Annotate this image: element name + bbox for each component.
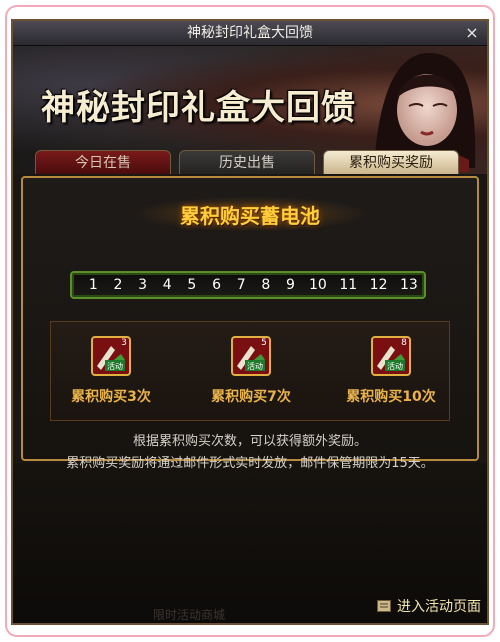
tab-bar: 今日在售 历史出售 累积购买奖励: [35, 150, 475, 176]
footer-faint-text: 限时活动商城: [153, 608, 226, 622]
progress-step: 1: [88, 277, 98, 293]
reward-icon-text: 活动: [107, 361, 123, 371]
progress-step: 12: [369, 277, 388, 293]
tab-today-on-sale[interactable]: 今日在售: [35, 150, 171, 174]
progress-step: 5: [187, 277, 197, 293]
reward-badge: 3: [121, 338, 127, 348]
progress-step: 2: [113, 277, 123, 293]
reward-icon-text: 活动: [247, 361, 263, 371]
progress-step: 10: [309, 277, 327, 293]
window-title: 神秘封印礼盒大回馈: [187, 25, 313, 41]
tab-history-sales[interactable]: 历史出售: [179, 150, 315, 174]
progress-step: 11: [339, 277, 358, 293]
reward-badge: 5: [261, 338, 267, 348]
progress-step: 8: [261, 277, 271, 293]
window-titlebar: 神秘封印礼盒大回馈 ×: [13, 21, 487, 46]
progress-step: 6: [212, 277, 221, 293]
tab-cumulative-reward[interactable]: 累积购买奖励: [323, 150, 459, 174]
progress-step: 13: [400, 277, 418, 293]
reward-description: 根据累积购买次数，可以获得额外奖励。 累积购买奖励将通过邮件形式实时发放，邮件保…: [13, 431, 487, 475]
progress-step: 7: [236, 277, 246, 293]
page-icon: [377, 600, 391, 612]
progress-step: 3: [138, 277, 148, 293]
banner-title: 神秘封印礼盒大回馈: [41, 88, 356, 128]
reward-tier-1: 活动 3 累积购买3次: [51, 336, 171, 406]
close-icon[interactable]: ×: [465, 21, 479, 45]
reward-box-icon[interactable]: 活动 3: [91, 336, 131, 376]
purchase-progress-bar: 1 2 3 4 5 6 7 8 9 10 11 12 13: [70, 271, 426, 299]
enter-event-label: 进入活动页面: [397, 599, 481, 615]
enter-event-page-link[interactable]: 进入活动页面: [377, 596, 481, 616]
reward-box-icon[interactable]: 活动 5: [231, 336, 271, 376]
section-title: 累积购买蓄电池: [180, 204, 320, 228]
event-window: 神秘封印礼盒大回馈 × 神秘封印礼盒大回馈 今日在售 历史出售 累积购买奖励 累…: [11, 19, 489, 625]
rewards-box: 活动 3 累积购买3次 活动 5 累积购买7次 活动 8 累积购买10次: [50, 321, 450, 421]
reward-tier-3: 活动 8 累积购买10次: [331, 336, 451, 406]
progress-step: 9: [285, 277, 295, 293]
reward-label: 累积购买7次: [211, 389, 291, 405]
reward-label: 累积购买3次: [71, 389, 151, 405]
description-line-1: 根据累积购买次数，可以获得额外奖励。: [132, 434, 367, 449]
reward-icon-text: 活动: [387, 361, 403, 371]
reward-badge: 8: [401, 338, 407, 348]
reward-box-icon[interactable]: 活动 8: [371, 336, 411, 376]
reward-tier-2: 活动 5 累积购买7次: [191, 336, 311, 406]
reward-label: 累积购买10次: [346, 389, 436, 405]
progress-step: 4: [162, 277, 172, 293]
reward-panel: 累积购买蓄电池 1 2 3 4 5 6 7 8 9 10 11 12 13 活动…: [21, 176, 479, 461]
description-line-2: 累积购买奖励将通过邮件形式实时发放，邮件保管期限为15天。: [66, 456, 434, 471]
